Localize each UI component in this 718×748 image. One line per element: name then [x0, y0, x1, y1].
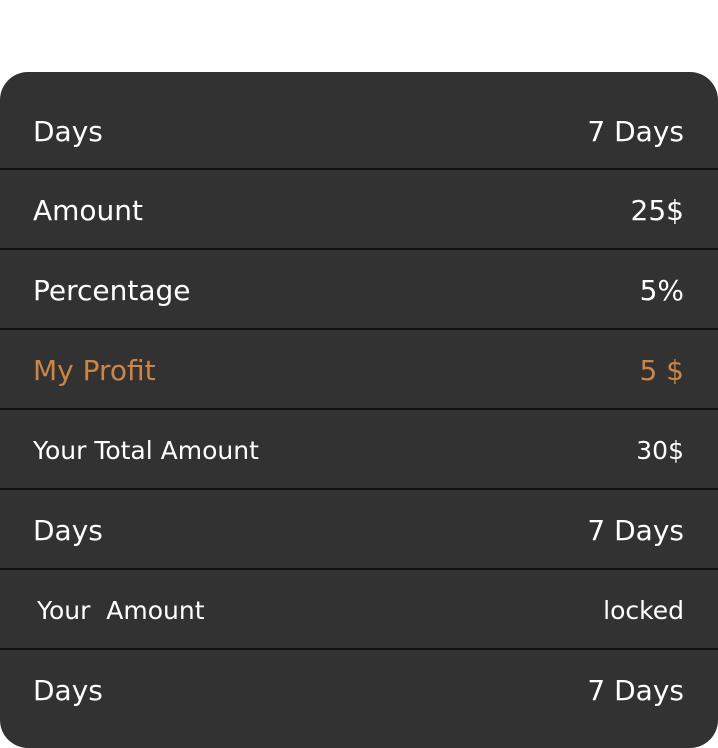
row-days: Days 7 Days: [0, 651, 718, 729]
row-value: 25$: [630, 193, 684, 227]
row-value: 30$: [636, 435, 684, 465]
row-label: Days: [33, 513, 103, 547]
row-days: Days 7 Days: [0, 92, 718, 170]
row-your-amount: Your Amount locked: [0, 571, 718, 649]
row-label: Percentage: [33, 273, 191, 307]
row-divider: [0, 648, 718, 650]
row-label: Your Total Amount: [33, 435, 259, 465]
row-label: My Profit: [33, 353, 156, 387]
row-label: Days: [33, 114, 103, 148]
row-days: Days 7 Days: [0, 491, 718, 569]
row-label: Your Amount: [37, 595, 205, 625]
row-divider: [0, 168, 718, 170]
row-label: Days: [33, 673, 103, 707]
row-total-amount: Your Total Amount 30$: [0, 411, 718, 489]
row-divider: [0, 248, 718, 250]
row-value: 7 Days: [587, 513, 684, 547]
row-my-profit: My Profit 5 $: [0, 331, 718, 409]
row-percentage: Percentage 5%: [0, 251, 718, 329]
row-value: 7 Days: [587, 114, 684, 148]
row-label: Amount: [33, 193, 144, 227]
row-divider: [0, 328, 718, 330]
row-value: 5 $: [639, 353, 684, 387]
row-divider: [0, 408, 718, 410]
row-value: 5%: [639, 273, 684, 307]
row-amount: Amount 25$: [0, 171, 718, 249]
row-divider: [0, 568, 718, 570]
row-value: locked: [603, 595, 684, 625]
row-divider: [0, 488, 718, 490]
investment-details-card: Days 7 Days Amount 25$ Percentage 5% My …: [0, 72, 718, 748]
row-value: 7 Days: [587, 673, 684, 707]
